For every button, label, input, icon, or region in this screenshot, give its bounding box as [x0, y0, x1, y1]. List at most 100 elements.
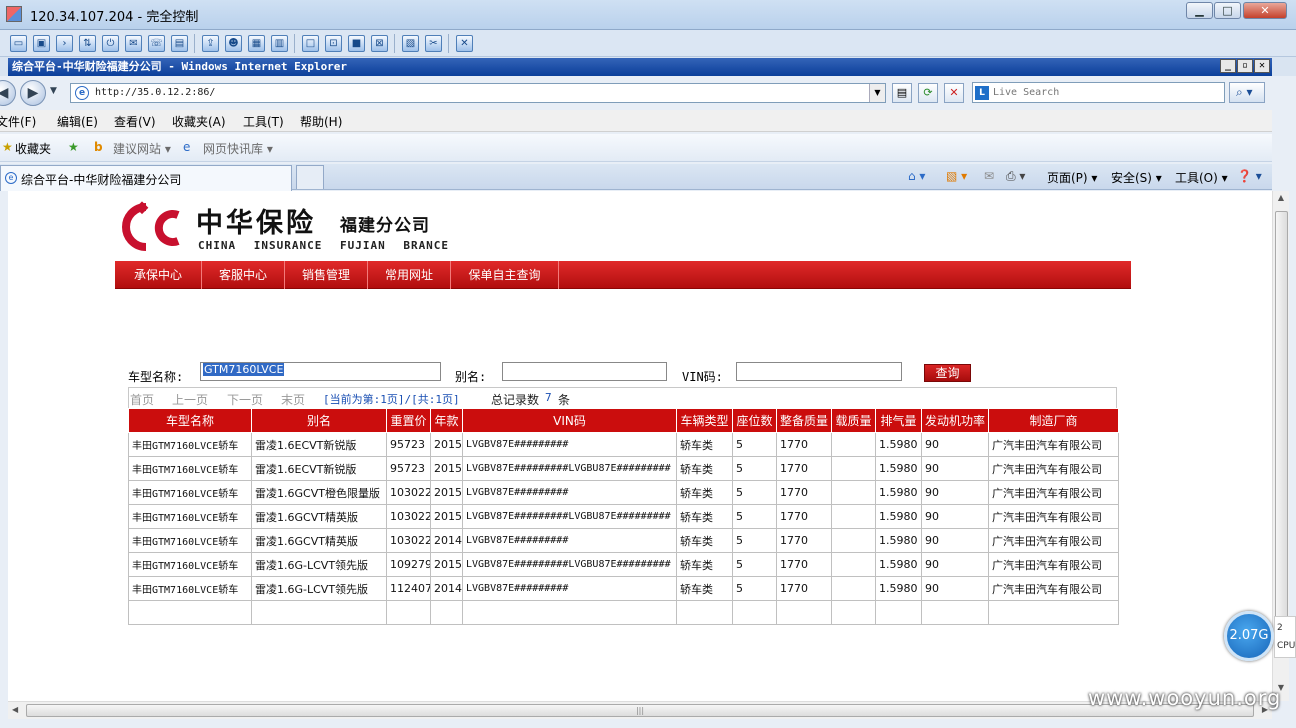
ie-window-title: 综合平台-中华财险福建分公司 - Windows Internet Explor… — [12, 60, 348, 73]
ie-minimize-button[interactable]: _ — [1220, 59, 1236, 73]
safety-menu[interactable]: 安全(S) ▾ — [1111, 169, 1162, 186]
column-header: 别名 — [251, 408, 387, 433]
table-row: 丰田GTM7160LVCE轿车 雷凌1.6ECVT新锐版 95723 2015 LVGB… — [128, 432, 1119, 457]
pager-next[interactable]: 下一页 — [227, 391, 263, 408]
ie-close-button[interactable]: ✕ — [1254, 59, 1270, 73]
horizontal-scrollbar[interactable]: ◀ ||| ▶ — [8, 701, 1272, 719]
table-cell: 90 — [921, 504, 989, 529]
search-icon[interactable]: ⌕ ▾ — [1229, 82, 1265, 103]
remote-restore-button[interactable]: □ — [1214, 2, 1241, 19]
table-cell: 广汽丰田汽车有限公司 — [988, 552, 1119, 577]
fullscreen-icon[interactable]: □ — [302, 35, 319, 52]
tools-menu[interactable]: 工具(O) ▾ — [1175, 169, 1228, 186]
query-button[interactable]: 查询 — [924, 364, 971, 382]
vertical-scroll-thumb[interactable] — [1275, 211, 1288, 651]
unlock-icon[interactable]: ▥ — [271, 35, 288, 52]
performance-badge[interactable]: 2.07G — [1224, 611, 1274, 661]
compat-view-icon[interactable]: ▤ — [892, 83, 912, 103]
favorites-star-icon: ★ — [2, 140, 13, 154]
transfer-icon[interactable]: ⇅ — [79, 35, 96, 52]
pager-last[interactable]: 末页 — [281, 391, 305, 408]
nav-common-links[interactable]: 常用网址 — [368, 261, 451, 289]
add-favorite-icon[interactable]: ★ — [68, 140, 79, 154]
model-name-label: 车型名称: — [128, 370, 184, 384]
address-dropdown-icon[interactable]: ▼ — [869, 84, 885, 102]
vin-input[interactable] — [736, 362, 902, 381]
terminal-icon[interactable]: › — [56, 35, 73, 52]
page-content: 中华保险 福建分公司 CHINA INSURANCE FUJIAN BRANCE… — [8, 191, 1272, 701]
alias-input[interactable] — [502, 362, 667, 381]
table-cell: 90 — [921, 456, 989, 481]
pager-current: [当前为第:1页]/[共:1页] — [323, 393, 460, 406]
table-cell: 雷凌1.6GCVT精英版 — [251, 528, 387, 553]
table-cell: LVGBV87E#########LVGBU87E######### — [462, 552, 677, 577]
power-icon[interactable]: ⏻ — [102, 35, 119, 52]
menu-view[interactable]: 查看(V) — [114, 113, 156, 130]
tools-icon[interactable]: ✂ — [425, 35, 442, 52]
table-cell: LVGBV87E######### — [462, 432, 677, 457]
lock-icon[interactable]: ▦ — [248, 35, 265, 52]
column-header: 座位数 — [732, 408, 777, 433]
table-cell — [128, 600, 252, 625]
window-icon[interactable]: ■ — [348, 35, 365, 52]
table-row — [128, 600, 1119, 625]
table-cell: 轿车类 — [676, 528, 733, 553]
print-icon[interactable]: ⎙ ▾ — [1006, 169, 1025, 184]
tab-active[interactable]: e 综合平台-中华财险福建分公司 — [0, 165, 292, 191]
ie-restore-button[interactable]: ▫ — [1237, 59, 1253, 73]
feeds-icon[interactable]: ▧ ▾ — [946, 169, 967, 183]
exit-icon[interactable]: ✕ — [456, 35, 473, 52]
users-icon[interactable]: ☻ — [225, 35, 242, 52]
remote-minimize-button[interactable]: ▁ — [1186, 2, 1213, 19]
message-icon[interactable]: ▤ — [171, 35, 188, 52]
screen-icon[interactable]: ▭ — [10, 35, 27, 52]
nav-policy-query[interactable]: 保单自主查询 — [451, 261, 559, 289]
nav-customer-service[interactable]: 客服中心 — [202, 261, 285, 289]
scroll-left-icon[interactable]: ◀ — [12, 705, 18, 714]
page-menu[interactable]: 页面(P) ▾ — [1047, 169, 1097, 186]
table-cell: 雷凌1.6ECVT新锐版 — [251, 432, 387, 457]
menu-tools[interactable]: 工具(T) — [243, 113, 284, 130]
resize-icon[interactable]: ⊠ — [371, 35, 388, 52]
table-cell: 5 — [732, 480, 777, 505]
horizontal-scroll-thumb[interactable]: ||| — [26, 704, 1254, 717]
suggested-sites-link[interactable]: 建议网站 ▾ — [113, 140, 171, 157]
table-cell: 1770 — [776, 576, 832, 601]
scroll-up-icon[interactable]: ▲ — [1275, 193, 1287, 207]
new-tab-button[interactable] — [296, 165, 324, 189]
address-bar[interactable]: e http://35.0.12.2:86/ ▼ — [70, 83, 886, 103]
address-url[interactable]: http://35.0.12.2:86/ — [95, 87, 215, 98]
home-icon[interactable]: ⌂ ▾ — [908, 169, 925, 183]
table-cell: 1770 — [776, 432, 832, 457]
mail-icon[interactable]: ✉ — [984, 169, 994, 183]
upload-icon[interactable]: ⇪ — [202, 35, 219, 52]
menu-favorites[interactable]: 收藏夹(A) — [172, 113, 226, 130]
fit-window-icon[interactable]: ⊡ — [325, 35, 342, 52]
pager-first[interactable]: 首页 — [130, 391, 154, 408]
favorites-button[interactable]: 收藏夹 — [15, 140, 51, 157]
nav-underwriting[interactable]: 承保中心 — [115, 261, 202, 289]
toolbar-divider — [294, 34, 295, 53]
menu-help[interactable]: 帮助(H) — [300, 113, 342, 130]
stop-icon[interactable]: ✕ — [944, 83, 964, 103]
forward-button[interactable]: ▶ — [20, 80, 46, 106]
search-box[interactable]: L — [972, 82, 1225, 103]
chat-icon[interactable]: ✉ — [125, 35, 142, 52]
menu-file[interactable]: 文件(F) — [0, 113, 36, 130]
remote-close-button[interactable]: ✕ — [1243, 2, 1287, 19]
search-input[interactable] — [993, 85, 1221, 100]
phone-icon[interactable]: ☏ — [148, 35, 165, 52]
refresh-icon[interactable]: ⟳ — [918, 83, 938, 103]
help-icon[interactable]: ❓ ▾ — [1237, 169, 1262, 183]
monitor-icon[interactable]: ▣ — [33, 35, 50, 52]
nav-sales[interactable]: 销售管理 — [285, 261, 368, 289]
display-settings-icon[interactable]: ▧ — [402, 35, 419, 52]
vin-label: VIN码: — [682, 370, 723, 384]
model-name-input[interactable]: GTM7160LVCE — [200, 362, 441, 381]
pager-prev[interactable]: 上一页 — [172, 391, 208, 408]
back-button[interactable]: ◀ — [0, 80, 16, 106]
table-cell: 1.5980 — [875, 432, 922, 457]
history-dropdown-icon[interactable]: ▼ — [50, 86, 57, 96]
menu-edit[interactable]: 编辑(E) — [57, 113, 98, 130]
web-slice-gallery-link[interactable]: 网页快讯库 ▾ — [203, 140, 273, 157]
